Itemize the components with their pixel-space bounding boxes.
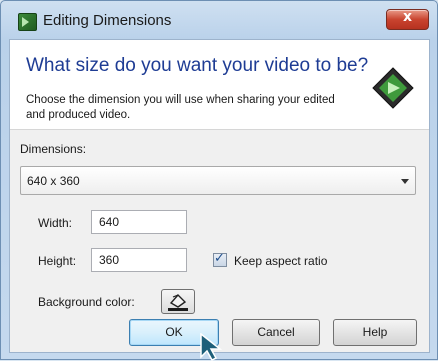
dimensions-select[interactable]: 640 x 360 (20, 166, 416, 195)
title-bar[interactable]: Editing Dimensions x (1, 1, 437, 39)
mouse-cursor-icon (200, 333, 223, 361)
dialog-window: Editing Dimensions x What size do you wa… (0, 0, 438, 361)
video-logo-icon (372, 67, 414, 109)
dialog-body: What size do you want your video to be? … (9, 39, 430, 353)
dialog-header: What size do you want your video to be? … (10, 40, 429, 130)
dimensions-selected-value: 640 x 360 (27, 174, 80, 188)
paint-bucket-icon (168, 293, 188, 311)
close-button[interactable]: x (386, 9, 429, 30)
background-color-label: Background color: (38, 295, 135, 309)
checkmark-icon: ✓ (214, 251, 225, 266)
dimensions-label: Dimensions: (20, 142, 87, 156)
help-button[interactable]: Help (333, 319, 417, 346)
width-input[interactable] (91, 210, 187, 234)
cancel-button[interactable]: Cancel (232, 319, 320, 346)
window-title: Editing Dimensions (43, 12, 172, 29)
dialog-heading: What size do you want your video to be? (26, 55, 369, 76)
height-input[interactable] (91, 248, 187, 272)
dialog-description: Choose the dimension you will use when s… (26, 94, 335, 121)
keep-aspect-ratio-label[interactable]: Keep aspect ratio (234, 254, 327, 268)
app-icon (18, 13, 37, 31)
chevron-down-icon (401, 179, 409, 184)
keep-aspect-ratio-checkbox[interactable]: ✓ (213, 251, 227, 267)
height-label: Height: (38, 254, 77, 268)
width-label: Width: (38, 216, 73, 230)
background-color-button[interactable] (161, 289, 195, 314)
close-icon: x (402, 9, 413, 25)
